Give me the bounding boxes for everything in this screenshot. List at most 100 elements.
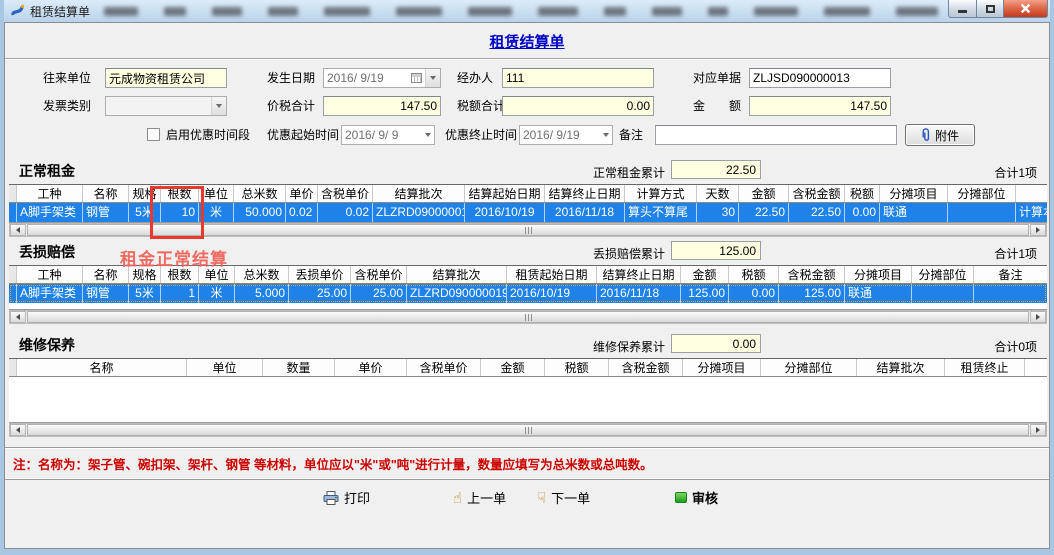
column-header[interactable]: 金额	[681, 266, 729, 283]
print-button[interactable]: 打印	[323, 488, 370, 507]
column-header[interactable]: 规格	[129, 266, 161, 283]
previous-record-button[interactable]: ☝ 上一单	[453, 488, 506, 507]
grid-cell[interactable]: 5米	[129, 203, 161, 222]
column-header[interactable]: 结算终止日期	[545, 185, 625, 202]
next-record-button[interactable]: ☟ 下一单	[537, 488, 590, 507]
discount-enable-checkbox[interactable]	[147, 128, 160, 141]
attachment-button[interactable]: 附件	[905, 124, 975, 146]
grid-cell[interactable]: 10	[161, 203, 199, 222]
row-selector[interactable]	[9, 284, 17, 303]
grid-cell[interactable]: 25.00	[289, 284, 351, 303]
grid-cell[interactable]: 5.000	[235, 284, 289, 303]
discount-start-picker[interactable]: 2016/ 9/ 9	[341, 125, 435, 145]
column-header[interactable]: 税额	[729, 266, 779, 283]
discount-end-picker[interactable]: 2016/ 9/19	[519, 125, 613, 145]
column-header[interactable]: 单价	[286, 185, 318, 202]
column-header[interactable]: 计算方式	[625, 185, 697, 202]
column-header[interactable]: 名称	[17, 359, 187, 376]
column-header[interactable]: 根数	[161, 185, 199, 202]
column-header[interactable]: 工种	[17, 185, 83, 202]
grid-cell[interactable]: 22.50	[789, 203, 845, 222]
scroll-right-button[interactable]	[1030, 424, 1046, 436]
column-header[interactable]: 税额	[845, 185, 880, 202]
row-selector[interactable]	[9, 203, 17, 222]
column-header[interactable]: 结算终止日期	[597, 266, 681, 283]
grid-cell[interactable]: 22.50	[739, 203, 789, 222]
column-header[interactable]: 单位	[199, 185, 234, 202]
column-header[interactable]: 结算批次	[407, 266, 507, 283]
column-header[interactable]: 含税单价	[318, 185, 373, 202]
grid-cell[interactable]: ZLZRD090000019	[407, 284, 507, 303]
scroll-left-button[interactable]	[10, 224, 26, 236]
grid-cell[interactable]: 算头不算尾	[625, 203, 697, 222]
grid-cell[interactable]: 钢管	[83, 203, 129, 222]
column-header[interactable]: 规格	[129, 185, 161, 202]
occur-date-dropdown[interactable]	[425, 69, 440, 87]
column-header[interactable]: 结算批次	[373, 185, 465, 202]
column-header[interactable]: 分摊部位	[912, 266, 974, 283]
grid-cell[interactable]	[974, 284, 1047, 303]
grid-cell[interactable]: 2016/11/18	[545, 203, 625, 222]
grid-cell[interactable]: 5米	[129, 284, 161, 303]
close-button[interactable]	[1004, 0, 1048, 18]
column-header[interactable]: 金额	[739, 185, 789, 202]
column-header[interactable]	[1016, 185, 1047, 202]
grid-cell[interactable]: ZLZRD090000019	[373, 203, 465, 222]
table-row[interactable]: A脚手架类钢管5米1米5.00025.0025.00ZLZRD090000019…	[9, 284, 1047, 303]
grid-cell[interactable]: A脚手架类	[17, 284, 83, 303]
column-header[interactable]: 分摊部位	[761, 359, 857, 376]
column-header[interactable]: 单价	[335, 359, 407, 376]
scroll-thumb[interactable]	[27, 311, 1029, 323]
grid-cell[interactable]: 2016/10/19	[507, 284, 597, 303]
grid-cell[interactable]: 30	[697, 203, 739, 222]
column-header[interactable]: 根数	[161, 266, 199, 283]
column-header[interactable]: 名称	[83, 185, 129, 202]
maximize-button[interactable]	[977, 0, 1004, 18]
audit-button[interactable]: 审核	[675, 488, 718, 507]
grid-cell[interactable]: 50.000	[234, 203, 286, 222]
grid-cell[interactable]: 0.00	[845, 203, 880, 222]
column-header[interactable]: 单位	[187, 359, 263, 376]
column-header[interactable]: 单位	[199, 266, 235, 283]
column-header[interactable]: 税额	[545, 359, 609, 376]
grid-cell[interactable]: 0.02	[318, 203, 373, 222]
column-header[interactable]: 金额	[481, 359, 545, 376]
scroll-left-button[interactable]	[10, 424, 26, 436]
grid-cell[interactable]	[912, 284, 974, 303]
loss-hscrollbar[interactable]	[9, 310, 1047, 324]
tax-total-input[interactable]	[502, 96, 654, 116]
column-header[interactable]: 丢损单价	[289, 266, 351, 283]
column-header[interactable]: 名称	[83, 266, 129, 283]
amount-input[interactable]	[749, 96, 891, 116]
grid-cell[interactable]: 25.00	[351, 284, 407, 303]
total-with-tax-input[interactable]	[323, 96, 441, 116]
grid-cell[interactable]	[948, 203, 1016, 222]
column-header[interactable]: 数量	[263, 359, 335, 376]
agent-input[interactable]	[502, 68, 654, 88]
remark-input[interactable]	[655, 125, 897, 145]
column-header[interactable]: 含税金额	[609, 359, 683, 376]
invoice-type-select[interactable]	[105, 96, 227, 116]
ref-doc-input[interactable]	[749, 68, 891, 88]
grid-cell[interactable]: 联通	[845, 284, 912, 303]
grid-cell[interactable]: 钢管	[83, 284, 129, 303]
grid-cell[interactable]: 125.00	[681, 284, 729, 303]
grid-cell[interactable]: 2016/11/18	[597, 284, 681, 303]
grid-cell[interactable]: 125.00	[779, 284, 845, 303]
maintenance-hscrollbar[interactable]	[9, 423, 1047, 437]
column-header[interactable]: 天数	[697, 185, 739, 202]
occur-date-picker[interactable]: 2016/ 9/19	[323, 68, 441, 88]
column-header[interactable]: 结算起始日期	[465, 185, 545, 202]
column-header[interactable]: 总米数	[235, 266, 289, 283]
column-header[interactable]: 含税金额	[789, 185, 845, 202]
grid-cell[interactable]: 0.00	[729, 284, 779, 303]
grid-cell[interactable]: 联通	[880, 203, 948, 222]
scroll-right-button[interactable]	[1030, 224, 1046, 236]
column-header[interactable]: 租赁起始日期	[507, 266, 597, 283]
column-header[interactable]: 含税单价	[407, 359, 481, 376]
scroll-thumb[interactable]	[27, 224, 1029, 236]
scroll-right-button[interactable]	[1030, 311, 1046, 323]
column-header[interactable]: 分摊项目	[845, 266, 912, 283]
scroll-left-button[interactable]	[10, 311, 26, 323]
column-header[interactable]: 结算批次	[857, 359, 945, 376]
